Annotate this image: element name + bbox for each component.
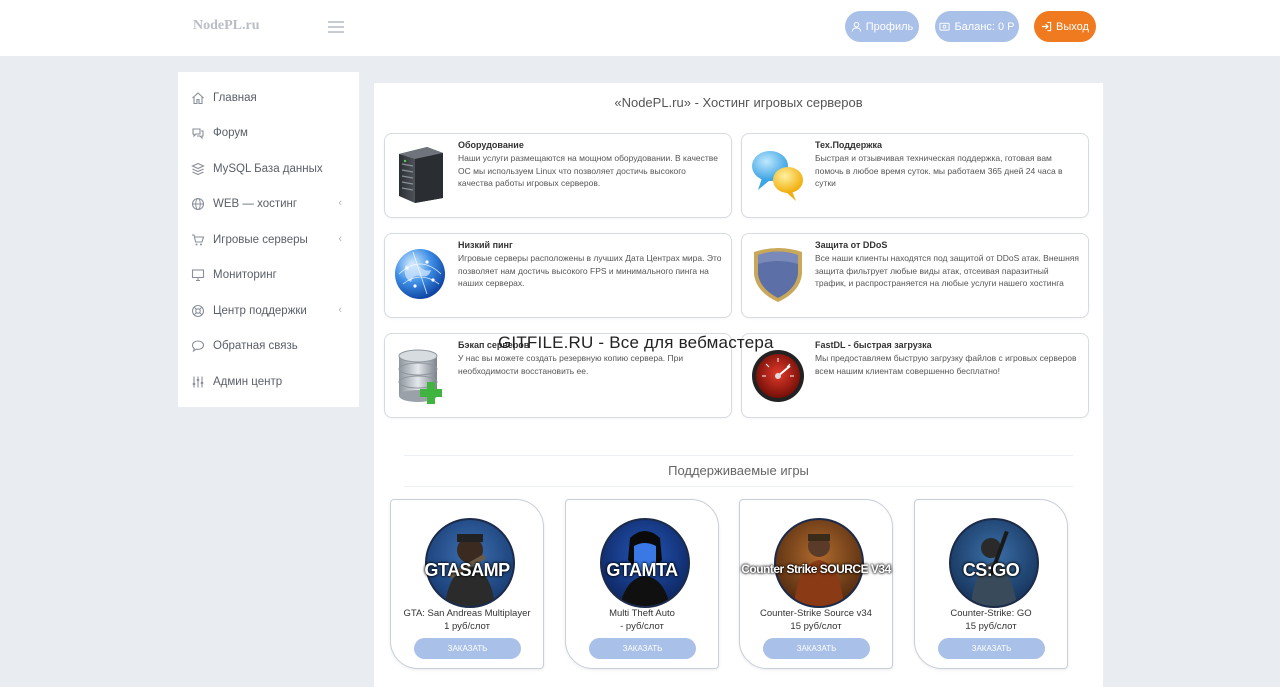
order-button[interactable]: ЗАКАЗАТЬ (763, 638, 870, 659)
order-button[interactable]: ЗАКАЗАТЬ (589, 638, 696, 659)
sidebar-item-label: Форум (213, 127, 248, 139)
sidebar-item-label: MySQL База данных (213, 163, 323, 175)
database-icon (190, 162, 205, 177)
sliders-icon (190, 375, 205, 390)
sidebar-item-game-servers[interactable]: Игровые серверы ‹ (190, 230, 350, 250)
feature-card: Оборудование Наши услуги размещаются на … (384, 133, 732, 218)
game-card-csgo: CS:GO Counter-Strike: GO 15 руб/слот ЗАК… (914, 499, 1068, 669)
shield-icon (754, 248, 802, 302)
game-price: - руб/слот (620, 621, 664, 632)
sidebar-item-home[interactable]: Главная (190, 88, 350, 108)
globe-network-icon (395, 249, 445, 299)
sign-out-icon (1041, 21, 1052, 32)
user-icon (851, 21, 861, 32)
feature-description: Быстрая и отзывчивая техническая поддерж… (815, 153, 1063, 188)
game-logo-text: GTAMTA (606, 560, 678, 580)
feature-description: У нас вы можете создать резервную копию … (458, 353, 684, 376)
cart-icon (190, 233, 205, 248)
chevron-left-icon: ‹ (338, 197, 342, 209)
wallet-icon (939, 22, 951, 31)
game-price: 15 руб/слот (790, 621, 842, 632)
game-name: Counter-Strike Source v34 (760, 608, 872, 619)
sidebar: Главная Форум MySQL База данных WEB — хо… (178, 72, 359, 407)
feature-title: Тех.Поддержка (815, 140, 882, 150)
sidebar-item-feedback[interactable]: Обратная связь (190, 336, 350, 356)
sidebar-item-forum[interactable]: Форум (190, 123, 350, 143)
game-logo-text: CS:GO (962, 560, 1020, 580)
game-card-samp: GTASAMP GTA: San Andreas Multiplayer 1 р… (390, 499, 544, 669)
sidebar-item-label: WEB — хостинг (213, 198, 298, 210)
feature-card: Низкий пинг Игровые серверы расположены … (384, 233, 732, 318)
server-icon (399, 147, 443, 203)
game-name: GTA: San Andreas Multiplayer (403, 608, 531, 619)
sidebar-item-admin[interactable]: Админ центр (190, 372, 350, 392)
profile-label: Профиль (865, 20, 914, 33)
watermark-text: GITFILE.RU - Все для вебмастера (498, 333, 774, 352)
balance-label: Баланс: 0 Р (954, 20, 1015, 33)
chat-icon (190, 126, 205, 141)
feature-description: Наши услуги размещаются на мощном оборуд… (458, 153, 718, 188)
top-bar: NodePL.ru Профиль Баланс: 0 Р Выход (0, 0, 1280, 56)
database-add-icon (398, 349, 442, 404)
game-price: 15 руб/слот (965, 621, 1017, 632)
sidebar-item-support[interactable]: Центр поддержки ‹ (190, 301, 350, 321)
games-section-title: Поддерживаемые игры (668, 463, 809, 478)
game-logo-text: GTASAMP (424, 560, 510, 580)
feature-card: FastDL - быстрая загрузка Мы предоставля… (741, 333, 1089, 418)
sidebar-item-label: Главная (213, 92, 257, 104)
sidebar-item-label: Обратная связь (213, 340, 298, 352)
feature-card: Тех.Поддержка Быстрая и отзывчивая техни… (741, 133, 1089, 218)
game-card-mta: GTAMTA Multi Theft Auto - руб/слот ЗАКАЗ… (565, 499, 719, 669)
balance-button[interactable]: Баланс: 0 Р (935, 11, 1019, 42)
game-price: 1 руб/слот (444, 621, 490, 632)
feature-description: Мы предоставляем быструю загрузку файлов… (815, 353, 1077, 376)
order-button[interactable]: ЗАКАЗАТЬ (414, 638, 521, 659)
menu-toggle-icon[interactable] (328, 21, 344, 33)
feature-title: Оборудование (458, 140, 524, 150)
speedometer-icon (752, 350, 804, 402)
sidebar-item-web-hosting[interactable]: WEB — хостинг ‹ (190, 194, 350, 214)
exit-button[interactable]: Выход (1034, 11, 1096, 42)
profile-button[interactable]: Профиль (845, 11, 919, 42)
sidebar-item-label: Админ центр (213, 376, 283, 388)
page-title: «NodePL.ru» - Хостинг игровых серверов (614, 95, 863, 110)
order-button[interactable]: ЗАКАЗАТЬ (938, 638, 1045, 659)
sidebar-item-label: Игровые серверы (213, 234, 308, 246)
divider (404, 455, 1073, 456)
chevron-left-icon: ‹ (338, 304, 342, 316)
comment-icon (190, 339, 205, 354)
game-logo-text: Counter Strike SOURCE V34 (741, 562, 891, 576)
brand-logo[interactable]: NodePL.ru (193, 18, 260, 34)
support-icon (190, 304, 205, 319)
game-card-css: Counter Strike SOURCE V34 Counter-Strike… (739, 499, 893, 669)
chevron-left-icon: ‹ (338, 233, 342, 245)
speech-bubbles-icon (752, 151, 803, 201)
game-name: Counter-Strike: GO (950, 608, 1032, 619)
game-name: Multi Theft Auto (609, 608, 675, 619)
home-icon (190, 91, 205, 106)
main-panel: «NodePL.ru» - Хостинг игровых серверов О… (374, 83, 1103, 687)
feature-title: Низкий пинг (458, 240, 513, 250)
globe-icon (190, 197, 205, 212)
feature-title: FastDL - быстрая загрузка (815, 340, 932, 350)
feature-description: Игровые серверы расположены в лучших Дат… (458, 253, 722, 288)
sidebar-item-label: Центр поддержки (213, 305, 307, 317)
divider (404, 486, 1073, 487)
monitor-icon (190, 268, 205, 283)
feature-card: Защита от DDoS Все наши клиенты находятс… (741, 233, 1089, 318)
sidebar-item-label: Мониторинг (213, 269, 277, 281)
sidebar-item-monitoring[interactable]: Мониторинг (190, 265, 350, 285)
feature-description: Все наши клиенты находятся под защитой о… (815, 253, 1079, 288)
exit-label: Выход (1056, 20, 1089, 33)
feature-title: Защита от DDoS (815, 240, 888, 250)
sidebar-item-mysql[interactable]: MySQL База данных (190, 159, 350, 179)
